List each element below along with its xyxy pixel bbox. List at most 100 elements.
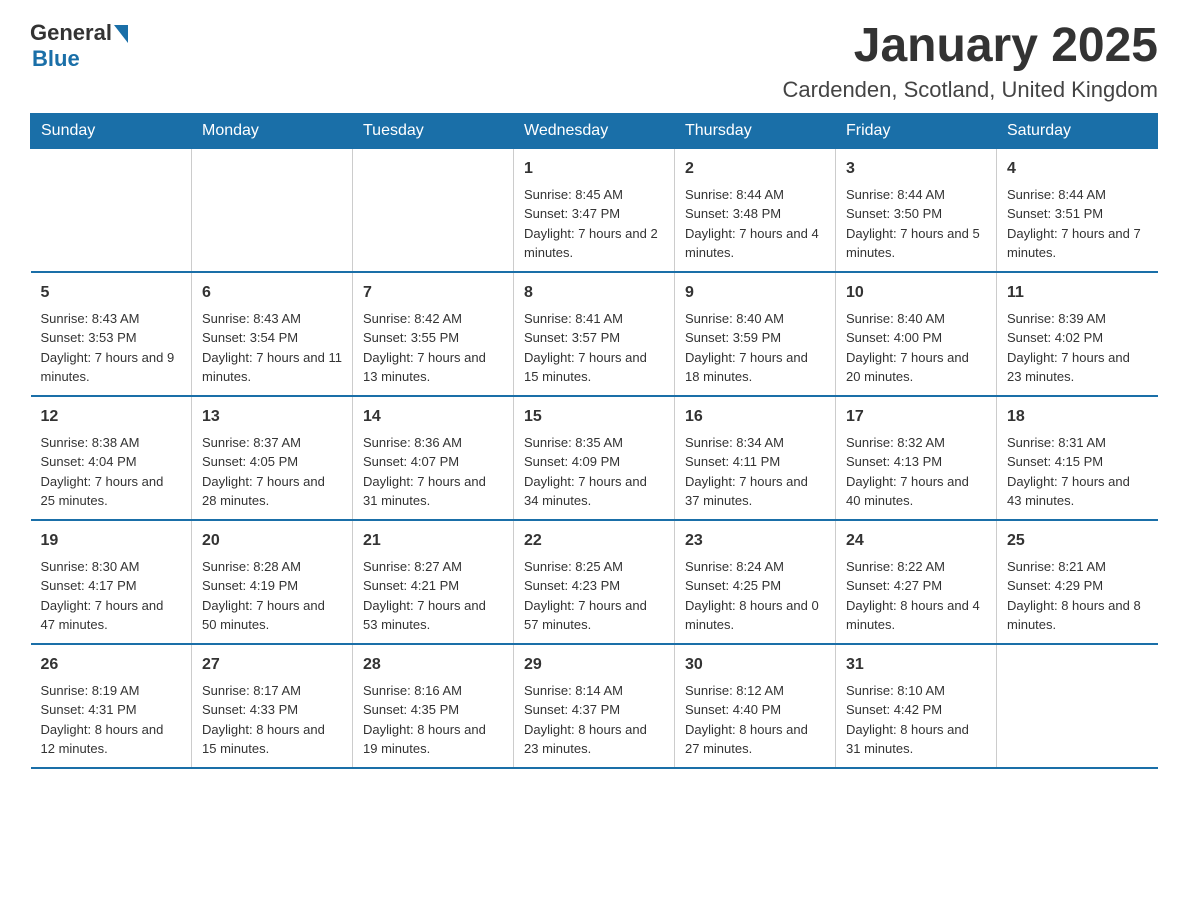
day-cell: 19Sunrise: 8:30 AMSunset: 4:17 PMDayligh… <box>31 520 192 644</box>
header-day-thursday: Thursday <box>675 113 836 148</box>
day-cell: 10Sunrise: 8:40 AMSunset: 4:00 PMDayligh… <box>836 272 997 396</box>
day-cell: 18 Sunrise: 8:31 AMSunset: 4:15 PMDayligh… <box>997 396 1158 520</box>
day-cell: 16 Sunrise: 8:34 AMSunset: 4:11 PMDayligh… <box>675 396 836 520</box>
day-info: Sunrise: 8:31 AMSunset: 4:15 PMDaylight:… <box>1007 433 1148 511</box>
day-info: Sunrise: 8:40 AMSunset: 3:59 PMDaylight:… <box>685 309 825 387</box>
day-cell: 8Sunrise: 8:41 AMSunset: 3:57 PMDaylight… <box>514 272 675 396</box>
day-info: Sunrise: 8:24 AMSunset: 4:25 PMDaylight:… <box>685 557 825 635</box>
day-cell: 7Sunrise: 8:42 AMSunset: 3:55 PMDaylight… <box>353 272 514 396</box>
day-number: 27 <box>202 653 342 677</box>
calendar-table: SundayMondayTuesdayWednesdayThursdayFrid… <box>30 113 1158 769</box>
logo-triangle-icon <box>114 25 128 43</box>
day-cell: 28Sunrise: 8:16 AMSunset: 4:35 PMDayligh… <box>353 644 514 768</box>
week-row-4: 19Sunrise: 8:30 AMSunset: 4:17 PMDayligh… <box>31 520 1158 644</box>
day-cell: 11 Sunrise: 8:39 AMSunset: 4:02 PMDayligh… <box>997 272 1158 396</box>
header-day-wednesday: Wednesday <box>514 113 675 148</box>
day-info: Sunrise: 8:44 AMSunset: 3:51 PMDaylight:… <box>1007 185 1148 263</box>
day-number: 6 <box>202 281 342 305</box>
calendar-header: SundayMondayTuesdayWednesdayThursdayFrid… <box>31 113 1158 148</box>
day-number: 2 <box>685 157 825 181</box>
day-number: 22 <box>524 529 664 553</box>
calendar-body: 1 Sunrise: 8:45 AMSunset: 3:47 PMDaylight… <box>31 148 1158 768</box>
day-number: 20 <box>202 529 342 553</box>
day-cell: 17 Sunrise: 8:32 AMSunset: 4:13 PMDayligh… <box>836 396 997 520</box>
day-info: Sunrise: 8:43 AMSunset: 3:53 PMDaylight:… <box>41 309 182 387</box>
day-cell: 20Sunrise: 8:28 AMSunset: 4:19 PMDayligh… <box>192 520 353 644</box>
day-number: 13 <box>202 405 342 429</box>
week-row-5: 26 Sunrise: 8:19 AMSunset: 4:31 PMDayligh… <box>31 644 1158 768</box>
day-number: 16 <box>685 405 825 429</box>
day-info: Sunrise: 8:14 AMSunset: 4:37 PMDaylight:… <box>524 681 664 759</box>
day-info: Sunrise: 8:32 AMSunset: 4:13 PMDaylight:… <box>846 433 986 511</box>
day-cell: 14 Sunrise: 8:36 AMSunset: 4:07 PMDayligh… <box>353 396 514 520</box>
day-number: 8 <box>524 281 664 305</box>
week-row-2: 5Sunrise: 8:43 AMSunset: 3:53 PMDaylight… <box>31 272 1158 396</box>
header-day-tuesday: Tuesday <box>353 113 514 148</box>
day-cell <box>192 148 353 272</box>
header-day-monday: Monday <box>192 113 353 148</box>
page-header: General Blue January 2025 Cardenden, Sco… <box>30 20 1158 103</box>
day-number: 25 <box>1007 529 1148 553</box>
day-cell: 23 Sunrise: 8:24 AMSunset: 4:25 PMDayligh… <box>675 520 836 644</box>
header-row: SundayMondayTuesdayWednesdayThursdayFrid… <box>31 113 1158 148</box>
day-cell: 3Sunrise: 8:44 AMSunset: 3:50 PMDaylight… <box>836 148 997 272</box>
calendar-title: January 2025 <box>783 20 1158 73</box>
day-info: Sunrise: 8:30 AMSunset: 4:17 PMDaylight:… <box>41 557 182 635</box>
day-info: Sunrise: 8:37 AMSunset: 4:05 PMDaylight:… <box>202 433 342 511</box>
day-info: Sunrise: 8:39 AMSunset: 4:02 PMDaylight:… <box>1007 309 1148 387</box>
day-cell: 25 Sunrise: 8:21 AMSunset: 4:29 PMDayligh… <box>997 520 1158 644</box>
day-number: 21 <box>363 529 503 553</box>
day-number: 17 <box>846 405 986 429</box>
day-info: Sunrise: 8:45 AMSunset: 3:47 PMDaylight:… <box>524 185 664 263</box>
day-cell <box>353 148 514 272</box>
day-info: Sunrise: 8:12 AMSunset: 4:40 PMDaylight:… <box>685 681 825 759</box>
day-info: Sunrise: 8:44 AMSunset: 3:50 PMDaylight:… <box>846 185 986 263</box>
day-cell: 1 Sunrise: 8:45 AMSunset: 3:47 PMDaylight… <box>514 148 675 272</box>
day-cell: 31Sunrise: 8:10 AMSunset: 4:42 PMDayligh… <box>836 644 997 768</box>
day-info: Sunrise: 8:36 AMSunset: 4:07 PMDaylight:… <box>363 433 503 511</box>
day-cell: 30Sunrise: 8:12 AMSunset: 4:40 PMDayligh… <box>675 644 836 768</box>
day-cell: 15 Sunrise: 8:35 AMSunset: 4:09 PMDayligh… <box>514 396 675 520</box>
day-info: Sunrise: 8:17 AMSunset: 4:33 PMDaylight:… <box>202 681 342 759</box>
day-number: 11 <box>1007 281 1148 305</box>
day-number: 29 <box>524 653 664 677</box>
week-row-1: 1 Sunrise: 8:45 AMSunset: 3:47 PMDaylight… <box>31 148 1158 272</box>
day-number: 14 <box>363 405 503 429</box>
day-info: Sunrise: 8:22 AMSunset: 4:27 PMDaylight:… <box>846 557 986 635</box>
day-number: 15 <box>524 405 664 429</box>
day-cell: 26 Sunrise: 8:19 AMSunset: 4:31 PMDayligh… <box>31 644 192 768</box>
day-cell: 9 Sunrise: 8:40 AMSunset: 3:59 PMDaylight… <box>675 272 836 396</box>
day-info: Sunrise: 8:27 AMSunset: 4:21 PMDaylight:… <box>363 557 503 635</box>
day-cell <box>997 644 1158 768</box>
day-number: 4 <box>1007 157 1148 181</box>
day-number: 1 <box>524 157 664 181</box>
calendar-subtitle: Cardenden, Scotland, United Kingdom <box>783 77 1158 103</box>
day-cell: 6Sunrise: 8:43 AMSunset: 3:54 PMDaylight… <box>192 272 353 396</box>
day-cell: 4 Sunrise: 8:44 AMSunset: 3:51 PMDaylight… <box>997 148 1158 272</box>
day-number: 26 <box>41 653 182 677</box>
day-info: Sunrise: 8:21 AMSunset: 4:29 PMDaylight:… <box>1007 557 1148 635</box>
day-info: Sunrise: 8:16 AMSunset: 4:35 PMDaylight:… <box>363 681 503 759</box>
header-day-saturday: Saturday <box>997 113 1158 148</box>
day-info: Sunrise: 8:10 AMSunset: 4:42 PMDaylight:… <box>846 681 986 759</box>
logo-text-general: General <box>30 20 112 46</box>
day-info: Sunrise: 8:19 AMSunset: 4:31 PMDaylight:… <box>41 681 182 759</box>
day-cell: 22 Sunrise: 8:25 AMSunset: 4:23 PMDayligh… <box>514 520 675 644</box>
day-cell: 2Sunrise: 8:44 AMSunset: 3:48 PMDaylight… <box>675 148 836 272</box>
day-info: Sunrise: 8:38 AMSunset: 4:04 PMDaylight:… <box>41 433 182 511</box>
day-number: 18 <box>1007 405 1148 429</box>
day-info: Sunrise: 8:25 AMSunset: 4:23 PMDaylight:… <box>524 557 664 635</box>
day-number: 23 <box>685 529 825 553</box>
day-cell: 29 Sunrise: 8:14 AMSunset: 4:37 PMDayligh… <box>514 644 675 768</box>
day-cell: 5Sunrise: 8:43 AMSunset: 3:53 PMDaylight… <box>31 272 192 396</box>
day-info: Sunrise: 8:35 AMSunset: 4:09 PMDaylight:… <box>524 433 664 511</box>
day-info: Sunrise: 8:34 AMSunset: 4:11 PMDaylight:… <box>685 433 825 511</box>
day-cell <box>31 148 192 272</box>
logo-text-blue: Blue <box>32 46 80 72</box>
title-section: January 2025 Cardenden, Scotland, United… <box>783 20 1158 103</box>
day-cell: 13 Sunrise: 8:37 AMSunset: 4:05 PMDayligh… <box>192 396 353 520</box>
day-number: 9 <box>685 281 825 305</box>
day-info: Sunrise: 8:40 AMSunset: 4:00 PMDaylight:… <box>846 309 986 387</box>
day-number: 12 <box>41 405 182 429</box>
day-cell: 27 Sunrise: 8:17 AMSunset: 4:33 PMDayligh… <box>192 644 353 768</box>
